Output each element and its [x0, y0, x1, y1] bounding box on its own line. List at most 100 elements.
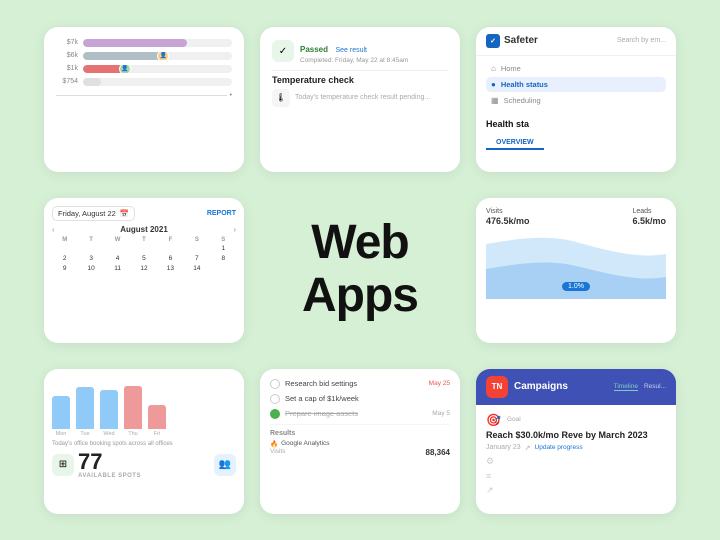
- day-header-f: F: [158, 237, 183, 243]
- bar-group-fri: Fri: [148, 405, 166, 437]
- cal-day-12[interactable]: 12: [131, 264, 156, 273]
- overview-tab[interactable]: OVERVIEW: [486, 139, 544, 150]
- trend-icon: ↗: [525, 444, 531, 452]
- report-button[interactable]: REPORT: [207, 210, 236, 217]
- section-divider: [270, 424, 450, 425]
- salary-chart-card: $7k $6k 👤 $1k 👤 $754: [44, 27, 244, 172]
- home-icon: ⌂: [491, 64, 496, 73]
- bar-track-2: 👤: [83, 52, 232, 60]
- cal-day[interactable]: [78, 244, 103, 253]
- visits-label: Visits: [486, 208, 530, 215]
- task-text-3: Prepare image assets: [285, 409, 427, 418]
- nav-scheduling[interactable]: ▦ Scheduling: [486, 93, 666, 108]
- cal-day-6[interactable]: 6: [158, 254, 183, 263]
- bar-track-1: [83, 39, 232, 47]
- task-checkbox-3[interactable]: [270, 409, 280, 419]
- cal-day[interactable]: [131, 244, 156, 253]
- leads-label: Leads: [632, 208, 666, 215]
- search-placeholder[interactable]: Search by em...: [617, 37, 666, 44]
- sidebar-nav: ⌂ Home ● Health status ▦ Scheduling: [476, 56, 676, 114]
- cal-day-1[interactable]: 1: [211, 244, 236, 253]
- bar-fill-2: [83, 52, 165, 60]
- month-header: ‹ August 2021 ›: [52, 225, 236, 234]
- main-title: Web Apps: [302, 217, 418, 323]
- metrics-row: Visits 476.5k/mo Leads 6.5k/mo: [486, 208, 666, 226]
- tasks-card: Research bid settings May 25 Set a cap o…: [260, 369, 460, 514]
- title-line1: Web: [311, 216, 408, 269]
- divider: [272, 70, 448, 71]
- center-title-cell: Web Apps: [302, 217, 418, 323]
- cal-day-9[interactable]: 9: [52, 264, 77, 273]
- day-header-s2: S: [211, 237, 236, 243]
- results-row: Visits 88,364: [270, 448, 450, 457]
- label-mon: Mon: [56, 431, 67, 437]
- calendar-card: Friday, August 22 📅 REPORT ‹ August 2021…: [44, 198, 244, 343]
- tab-results[interactable]: Resul...: [644, 383, 666, 391]
- cal-day-8[interactable]: 8: [211, 254, 236, 263]
- completed-text: Completed: Friday, May 22 at 8:45am: [300, 57, 408, 64]
- tab-timeline[interactable]: Timeline: [614, 383, 638, 391]
- logo-icon: ✓: [486, 34, 500, 48]
- ga-source: 🔥 Google Analytics: [270, 440, 450, 448]
- cal-day-11[interactable]: 11: [105, 264, 130, 273]
- campaigns-header: TN Campaigns Timeline Resul...: [476, 369, 676, 405]
- prev-month-button[interactable]: ‹: [52, 225, 55, 234]
- avatar-1: 👤: [157, 52, 169, 60]
- temperature-check-card: ✓ Passed See result Completed: Friday, M…: [260, 27, 460, 172]
- progress-row: January 23 ↗ Update progress: [486, 444, 666, 452]
- pending-text: Today's temperature check result pending…: [295, 94, 430, 101]
- tn-badge: TN: [486, 376, 508, 398]
- day-header-w: W: [105, 237, 130, 243]
- list-icon: ≡: [486, 471, 666, 481]
- cal-day-13[interactable]: 13: [158, 264, 183, 273]
- task-text-2: Set a cap of $1k/week: [285, 394, 445, 403]
- cal-day[interactable]: [52, 244, 77, 253]
- cal-day[interactable]: [184, 244, 209, 253]
- cal-day-3[interactable]: 3: [78, 254, 103, 263]
- cal-day[interactable]: [158, 244, 183, 253]
- task-checkbox-1[interactable]: [270, 379, 280, 389]
- passed-label: Passed: [300, 45, 328, 54]
- metric-name: Visits: [270, 448, 285, 457]
- cal-day-7[interactable]: 7: [184, 254, 209, 263]
- cal-day-5[interactable]: 5: [131, 254, 156, 263]
- bar-label-3: $1k: [56, 65, 78, 72]
- office-spots-card: Mon Tue Wed Thu Fri Today's office booki…: [44, 369, 244, 514]
- date-input[interactable]: Friday, August 22 📅: [52, 206, 135, 221]
- bar-thu: [124, 386, 142, 429]
- label-tue: Tue: [80, 431, 89, 437]
- cal-day-10[interactable]: 10: [78, 264, 103, 273]
- bar-group-mon: Mon: [52, 396, 70, 437]
- bar-label-1: $7k: [56, 39, 78, 46]
- campaigns-title: Campaigns: [514, 381, 608, 392]
- chart-caption: Today's office booking spots across all …: [52, 441, 236, 447]
- bar-tue: [76, 387, 94, 429]
- nav-health-label: Health status: [501, 80, 548, 89]
- cal-day-4[interactable]: 4: [105, 254, 130, 263]
- grid-icon: ⊞: [52, 454, 74, 476]
- health-icon: ●: [491, 80, 496, 89]
- cal-day-2[interactable]: 2: [52, 254, 77, 263]
- bar-group-thu: Thu: [124, 386, 142, 437]
- task-date-3: May 5: [432, 410, 450, 417]
- update-link[interactable]: Update progress: [535, 444, 583, 451]
- conversion-badge: 1.0%: [562, 282, 590, 291]
- task-checkbox-2[interactable]: [270, 394, 280, 404]
- label-thu: Thu: [128, 431, 137, 437]
- nav-health-status[interactable]: ● Health status: [486, 77, 666, 92]
- schedule-icon: ▦: [491, 96, 499, 105]
- task-row-1: Research bid settings May 25: [270, 379, 450, 389]
- day-header-t: T: [78, 237, 103, 243]
- calendar-top: Friday, August 22 📅 REPORT: [52, 206, 236, 221]
- label-fri: Fri: [154, 431, 160, 437]
- safeter-card: ✓ Safeter Search by em... ⌂ Home ● Healt…: [476, 27, 676, 172]
- cal-day-14[interactable]: 14: [184, 264, 209, 273]
- next-month-button[interactable]: ›: [233, 225, 236, 234]
- cal-day[interactable]: [105, 244, 130, 253]
- bar-label-2: $6k: [56, 52, 78, 59]
- day-header-s: S: [184, 237, 209, 243]
- logo-text: Safeter: [504, 35, 538, 46]
- nav-home[interactable]: ⌂ Home: [486, 61, 666, 76]
- see-result-link[interactable]: See result: [335, 47, 367, 54]
- task-row-2: Set a cap of $1k/week: [270, 394, 450, 404]
